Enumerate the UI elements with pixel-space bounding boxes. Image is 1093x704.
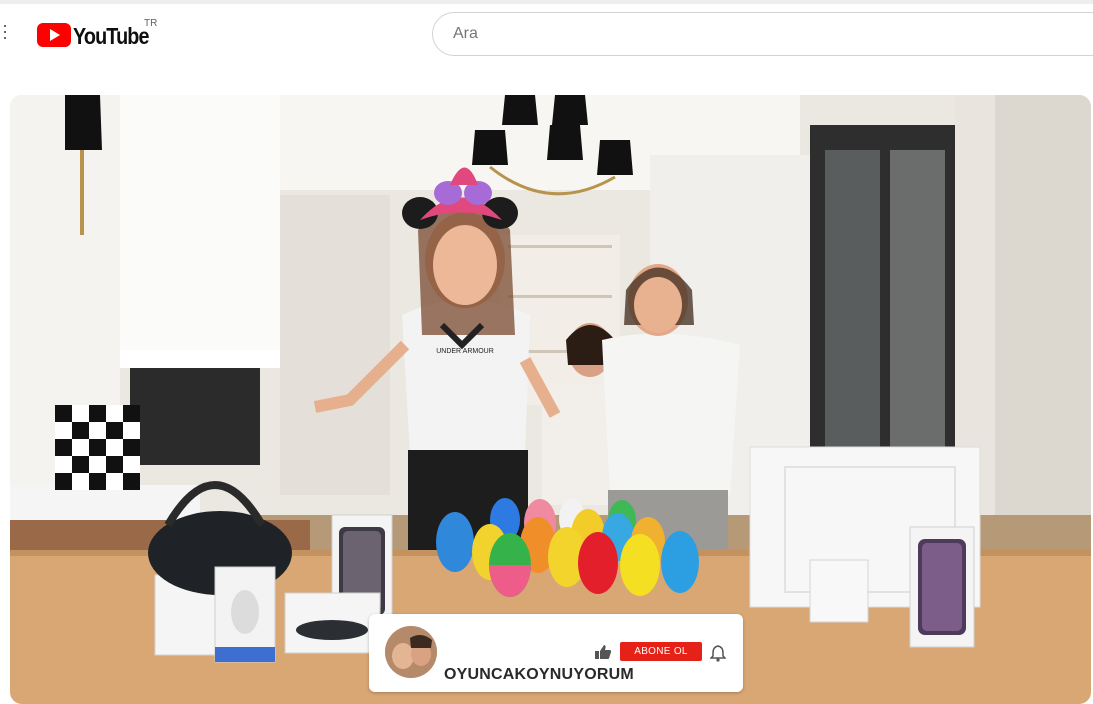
channel-card[interactable]: OYUNCAKOYNUYORUM ABONE OL: [369, 614, 743, 692]
avatar-image: [385, 626, 437, 678]
top-strip: [0, 0, 1093, 4]
logo-text: YouTube: [73, 23, 150, 49]
bell-icon[interactable]: [710, 644, 726, 662]
channel-name: OYUNCAKOYNUYORUM: [444, 666, 634, 683]
video-frame: UNDER ARMOUR: [10, 95, 1091, 704]
search-input[interactable]: [451, 24, 1055, 44]
like-icon[interactable]: [594, 644, 612, 660]
youtube-logo-icon: [37, 23, 71, 47]
shirt-brand-text: UNDER ARMOUR: [436, 348, 494, 355]
youtube-logo[interactable]: YouTube TR: [37, 18, 161, 49]
menu-icon[interactable]: [3, 25, 7, 45]
subscribe-button[interactable]: ABONE OL: [620, 642, 702, 661]
channel-avatar[interactable]: [385, 626, 437, 678]
video-player[interactable]: UNDER ARMOUR: [10, 95, 1091, 704]
search-box[interactable]: [432, 12, 1093, 56]
country-code: TR: [144, 18, 158, 29]
